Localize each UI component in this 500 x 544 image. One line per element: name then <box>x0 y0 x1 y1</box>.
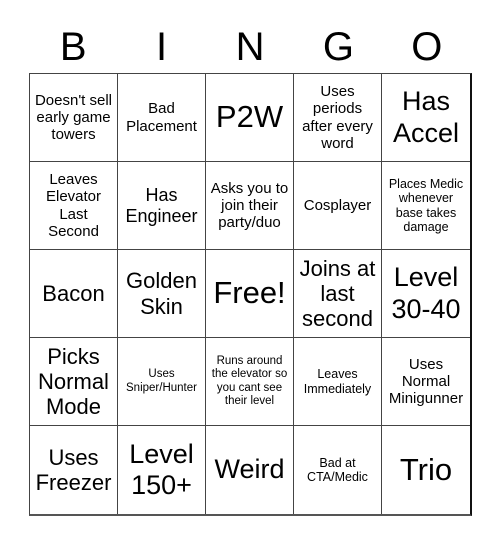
bingo-cell[interactable]: Places Medic whenever base takes damage <box>382 162 470 250</box>
bingo-cell[interactable]: Doesn't sell early game towers <box>30 74 118 162</box>
bingo-cell[interactable]: Golden Skin <box>118 250 206 338</box>
header-letter-n: N <box>235 25 265 69</box>
bingo-cell[interactable]: Joins at last second <box>294 250 382 338</box>
header-letter-g: G <box>322 25 354 69</box>
header-letter-b: B <box>59 25 87 69</box>
bingo-cell-text: Has Engineer <box>125 184 198 226</box>
bingo-cell[interactable]: Level 30-40 <box>382 250 470 338</box>
bingo-cell[interactable]: Uses periods after every word <box>294 74 382 162</box>
bingo-cell-text: Asks you to join their party/duo <box>210 179 289 232</box>
bingo-cell-text: Uses Sniper/Hunter <box>126 368 197 394</box>
bingo-cell-text: Leaves Elevator Last Second <box>45 171 102 240</box>
bingo-cell[interactable]: Free! <box>206 250 294 338</box>
bingo-cell[interactable]: Cosplayer <box>294 162 382 250</box>
bingo-cell-text: Level 30-40 <box>391 262 461 324</box>
bingo-cell-text: Weird <box>214 454 285 485</box>
bingo-cell-text: Golden Skin <box>126 268 197 319</box>
bingo-cell-text: Doesn't sell early game towers <box>34 91 113 144</box>
bingo-cell[interactable]: Uses Sniper/Hunter <box>118 338 206 426</box>
bingo-cell-text: Uses Freezer <box>35 444 112 495</box>
bingo-cell-text: Leaves Immediately <box>303 367 372 396</box>
header-letter-i: I <box>156 25 168 69</box>
bingo-cell-text: Free! <box>213 275 286 311</box>
bingo-cell[interactable]: Asks you to join their party/duo <box>206 162 294 250</box>
bingo-cell[interactable]: Leaves Immediately <box>294 338 382 426</box>
bingo-cell[interactable]: Uses Freezer <box>30 426 118 514</box>
header-letter-o: O <box>411 25 443 69</box>
bingo-cell-text: Joins at last second <box>299 255 376 332</box>
bingo-cell[interactable]: Runs around the elevator so you cant see… <box>206 338 294 426</box>
bingo-cell[interactable]: Weird <box>206 426 294 514</box>
bingo-cell-text: Places Medic whenever base takes damage <box>388 176 464 234</box>
bingo-cell-text: Trio <box>399 451 453 487</box>
bingo-cell-text: Uses periods after every word <box>302 83 373 152</box>
bingo-cell-text: Has Accel <box>392 86 460 148</box>
bingo-cell-text: Picks Normal Mode <box>38 343 109 420</box>
bingo-cell-text: Bad at CTA/Medic <box>307 455 368 484</box>
bingo-cell-text: Level 150+ <box>129 438 194 500</box>
bingo-cell-text: Uses Normal Minigunner <box>388 355 464 408</box>
bingo-cell[interactable]: Leaves Elevator Last Second <box>30 162 118 250</box>
bingo-cell-text: Bad Placement <box>126 100 197 135</box>
bingo-cell[interactable]: Trio <box>382 426 470 514</box>
bingo-cell[interactable]: Bad Placement <box>118 74 206 162</box>
bingo-cell[interactable]: Uses Normal Minigunner <box>382 338 470 426</box>
bingo-cell[interactable]: Bad at CTA/Medic <box>294 426 382 514</box>
bingo-cell[interactable]: Has Accel <box>382 74 470 162</box>
bingo-cell-text: Bacon <box>42 280 105 306</box>
bingo-cell[interactable]: Bacon <box>30 250 118 338</box>
bingo-cell-text: Runs around the elevator so you cant see… <box>211 355 288 407</box>
bingo-cell[interactable]: P2W <box>206 74 294 162</box>
bingo-cell[interactable]: Level 150+ <box>118 426 206 514</box>
bingo-cell-text: P2W <box>215 99 284 135</box>
bingo-cell[interactable]: Has Engineer <box>118 162 206 250</box>
bingo-cell-text: Cosplayer <box>303 196 372 214</box>
bingo-card-grid: Doesn't sell early game towers Bad Placem… <box>29 73 472 516</box>
bingo-header: B I N G O <box>29 22 471 72</box>
bingo-cell[interactable]: Picks Normal Mode <box>30 338 118 426</box>
